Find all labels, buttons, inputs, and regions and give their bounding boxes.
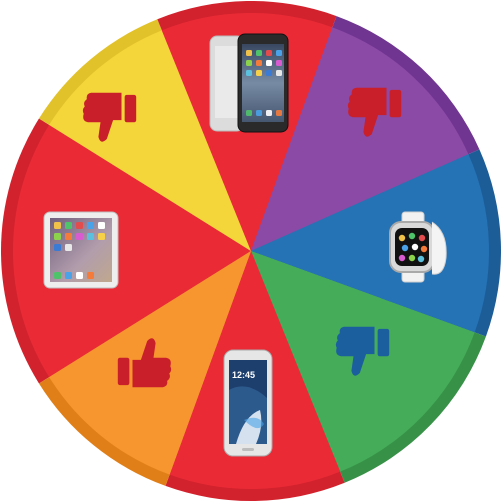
prize-wheel-svg[interactable]: 12:45 [0, 0, 502, 502]
galaxy-phone-icon: 12:45 [223, 349, 273, 457]
galaxy-clock: 12:45 [232, 370, 255, 380]
ipad-icon [43, 211, 119, 289]
iphone-icon [209, 33, 289, 133]
prize-wheel[interactable]: 12:45 [0, 0, 502, 502]
